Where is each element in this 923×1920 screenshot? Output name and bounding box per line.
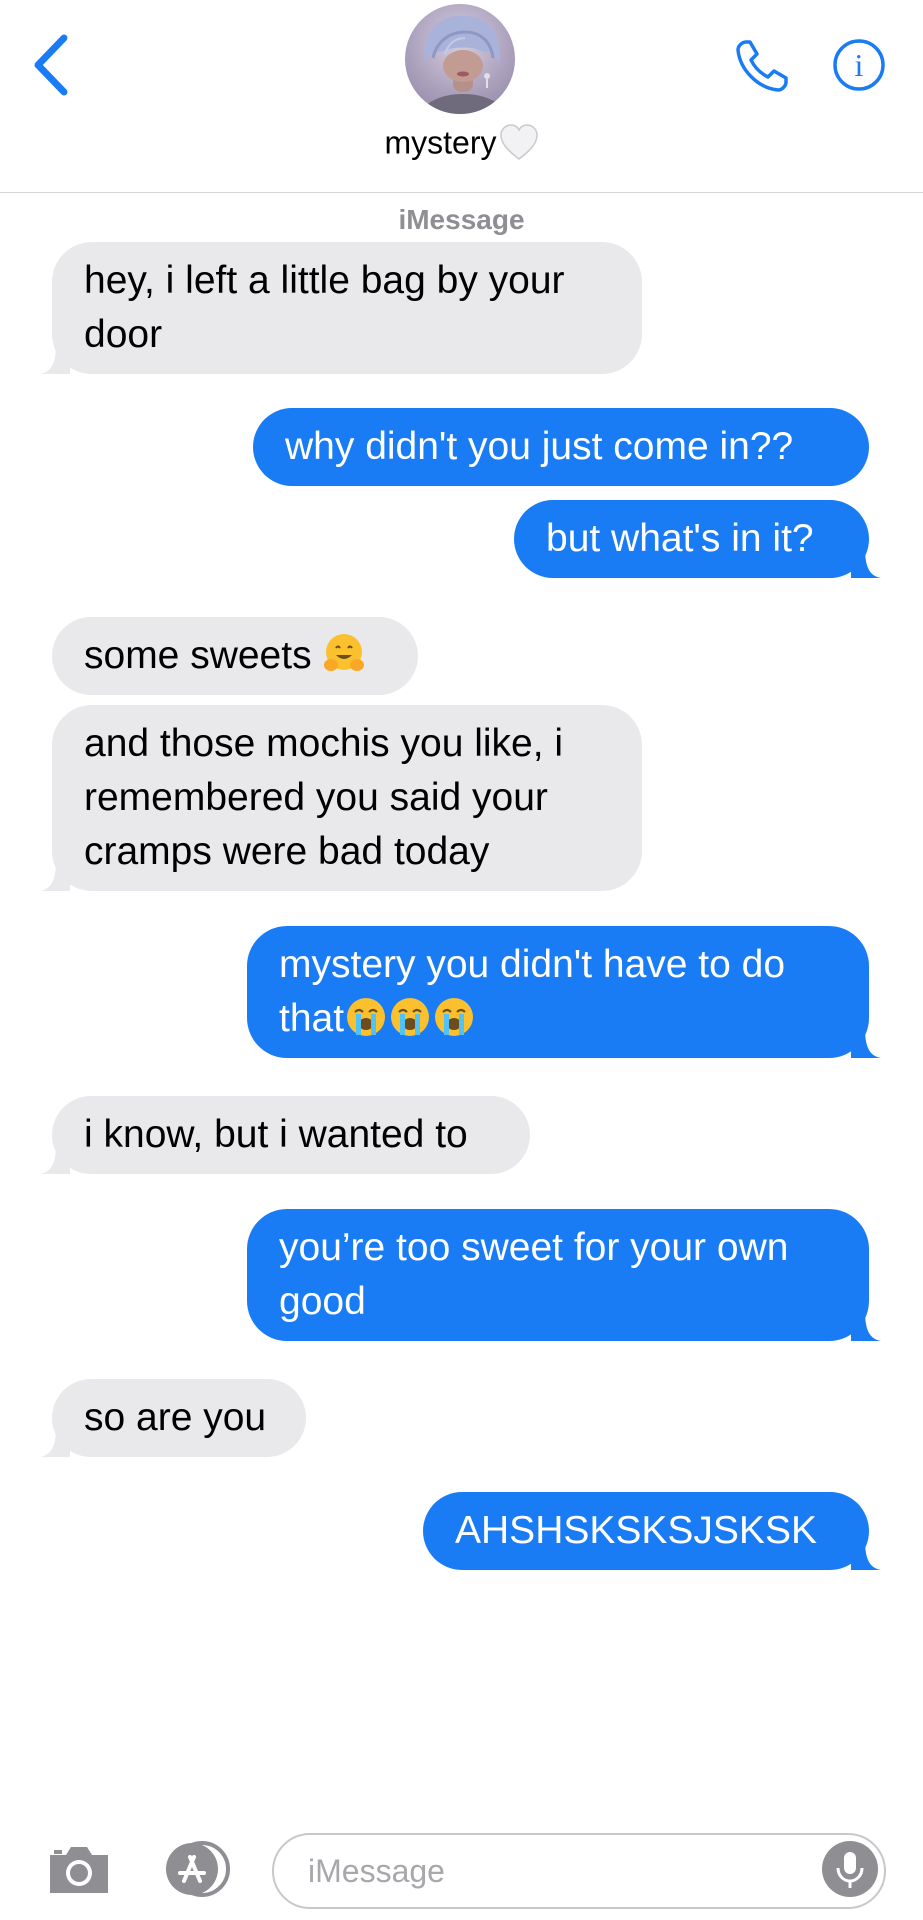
info-icon: i [833, 39, 885, 91]
bubble-tail [40, 344, 70, 374]
bubble-tail [851, 1540, 881, 1570]
bubble-tail [40, 861, 70, 891]
message-text: you’re too sweet for your own good [279, 1226, 800, 1323]
hugging-face-emoji [324, 634, 365, 671]
message-input[interactable] [272, 1833, 886, 1909]
camera-icon [50, 1847, 108, 1893]
message-bubble-incoming[interactable]: i know, but i wanted to [40, 1096, 530, 1174]
message-bubble-incoming[interactable]: so are you [40, 1379, 306, 1457]
microphone-icon [822, 1841, 878, 1897]
message-bubble-outgoing[interactable]: you’re too sweet for your own good [247, 1209, 881, 1341]
app-store-icon [166, 1841, 230, 1897]
camera-button[interactable] [46, 1841, 112, 1897]
info-button[interactable]: i [832, 38, 886, 92]
bubble-tail [851, 1311, 881, 1341]
message-bubble-outgoing[interactable]: AHSHSKSKSJSKSK [423, 1492, 881, 1570]
svg-text:i: i [855, 47, 864, 83]
bubble-tail [40, 1427, 70, 1457]
message-composer [0, 1815, 923, 1920]
message-text: some sweets [84, 634, 323, 677]
message-bubble-incoming[interactable]: hey, i left a little bag by your door [40, 242, 642, 374]
bubble-tail [851, 548, 881, 578]
app-store-button[interactable] [158, 1839, 238, 1899]
phone-icon [736, 40, 788, 92]
bubble-tail [851, 1028, 881, 1058]
loudly-crying-face-emoji [347, 998, 386, 1036]
loudly-crying-face-emoji [435, 998, 474, 1036]
message-bubble-outgoing[interactable]: mystery you didn't have to do that [247, 926, 881, 1058]
contact-name: mystery [384, 124, 497, 161]
back-button[interactable] [28, 32, 78, 98]
loudly-crying-face-emoji [391, 998, 430, 1036]
message-text: so are you [84, 1396, 267, 1439]
message-bubble-incoming[interactable]: and those mochis you like, i remembered … [40, 705, 642, 891]
message-bubble-outgoing[interactable]: but what's in it? [514, 500, 881, 578]
contact-name-row[interactable]: mystery [0, 124, 923, 162]
message-bubble-incoming[interactable]: some sweets [52, 617, 418, 695]
white-heart-icon [499, 124, 538, 160]
message-text: why didn't you just come in?? [285, 425, 794, 468]
message-text: but what's in it? [546, 517, 814, 560]
service-label: iMessage [398, 204, 525, 235]
chevron-left-icon [34, 34, 68, 96]
message-text: and those mochis you like, i remembered … [84, 722, 574, 873]
message-text: AHSHSKSKSJSKSK [455, 1509, 817, 1552]
conversation-header: mystery i [0, 0, 923, 193]
contact-avatar[interactable] [405, 4, 515, 114]
message-bubble-outgoing[interactable]: why didn't you just come in?? [253, 408, 869, 486]
call-button[interactable] [732, 36, 792, 96]
bubble-tail [40, 1144, 70, 1174]
message-text: hey, i left a little bag by your door [84, 259, 576, 356]
message-text: i know, but i wanted to [84, 1113, 468, 1156]
microphone-button[interactable] [820, 1839, 880, 1899]
avatar-photo [405, 4, 515, 114]
